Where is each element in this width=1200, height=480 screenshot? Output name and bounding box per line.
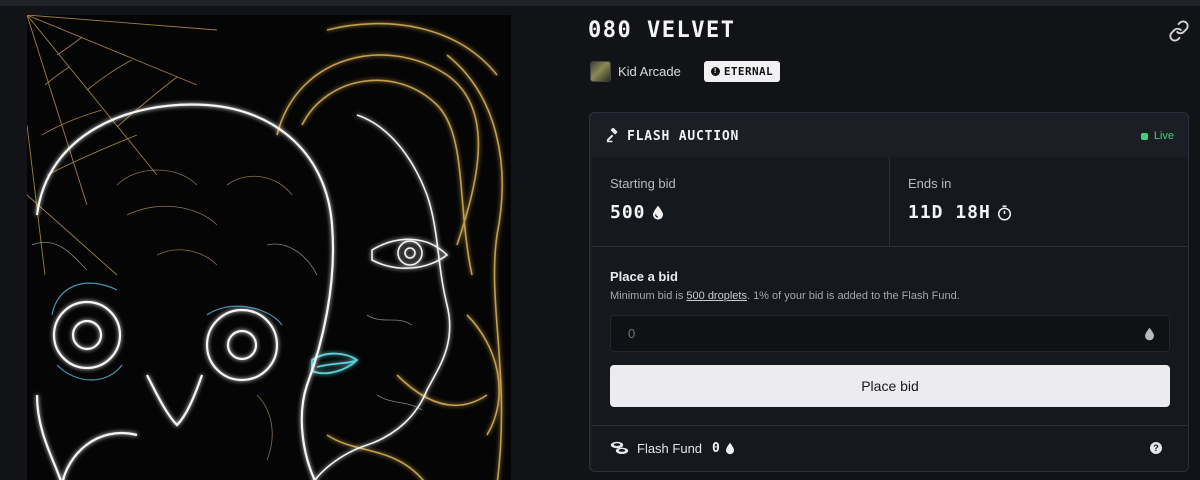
flash-fund-value: 0: [712, 440, 720, 456]
artwork-image[interactable]: [27, 15, 511, 480]
auction-body: Starting bid 500 Ends in 11D 18H Place a…: [592, 157, 1188, 471]
link-icon[interactable]: [1168, 20, 1190, 42]
top-bar: [0, 0, 1200, 6]
help-icon[interactable]: ?: [1150, 442, 1162, 454]
place-bid-heading: Place a bid: [610, 269, 678, 284]
starting-bid-panel: Starting bid 500: [592, 157, 890, 246]
bid-amount-input[interactable]: [610, 315, 1170, 352]
badge-label: ETERNAL: [723, 65, 774, 78]
starting-bid-value: 500: [610, 202, 646, 223]
bid-hint: Minimum bid is 500 droplets. 1% of your …: [610, 290, 960, 302]
ends-in-value-row: 11D 18H: [908, 202, 1012, 223]
gavel-icon: [606, 128, 618, 143]
place-bid-button[interactable]: Place bid: [610, 365, 1170, 407]
live-dot-icon: [1140, 132, 1148, 140]
ends-in-label: Ends in: [908, 176, 952, 191]
artwork-title: 080 VELVET: [588, 18, 736, 43]
droplet-icon: [1145, 327, 1154, 341]
auction-header: FLASH AUCTION Live: [590, 113, 1188, 157]
hint-suffix: . 1% of your bid is added to the Flash F…: [746, 290, 960, 302]
info-icon: !: [710, 67, 720, 76]
stopwatch-icon: [997, 204, 1011, 221]
creator-name[interactable]: Kid Arcade: [618, 64, 681, 79]
creator-row: Kid Arcade ! ETERNAL: [590, 61, 781, 82]
section-divider: [592, 246, 1188, 247]
starting-bid-label: Starting bid: [610, 176, 676, 191]
auction-card: FLASH AUCTION Live Starting bid 500 Ends…: [589, 112, 1189, 472]
hint-prefix: Minimum bid is: [610, 290, 687, 302]
live-label: Live: [1153, 130, 1174, 142]
coins-icon: [610, 441, 629, 454]
flash-fund-row: Flash Fund 0: [610, 438, 735, 458]
creator-avatar[interactable]: [590, 61, 611, 82]
droplet-icon: [652, 205, 663, 220]
flash-fund-label: Flash Fund: [637, 440, 703, 456]
min-bid-link[interactable]: 500 droplets: [686, 290, 747, 302]
auction-title: FLASH AUCTION: [627, 129, 740, 144]
starting-bid-value-row: 500: [610, 202, 664, 223]
eternal-badge: ! ETERNAL: [703, 61, 781, 82]
section-divider: [592, 425, 1188, 426]
live-status: Live: [1140, 130, 1174, 142]
droplet-icon: [725, 442, 734, 454]
ends-in-panel: Ends in 11D 18H: [890, 157, 1188, 246]
ends-in-value: 11D 18H: [908, 202, 991, 223]
